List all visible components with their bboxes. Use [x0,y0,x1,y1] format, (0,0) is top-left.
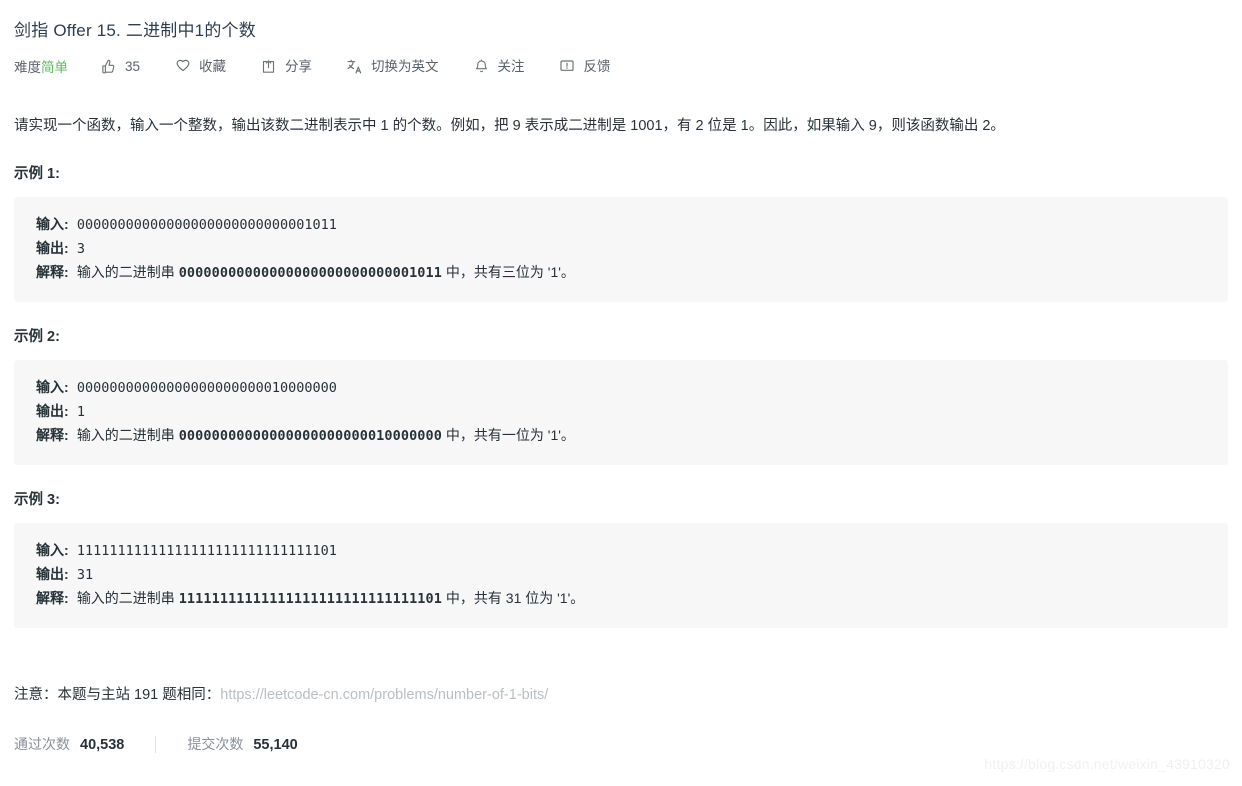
subscribe-label: 关注 [497,58,525,74]
accepted-label: 通过次数 [14,736,70,752]
example-1-explain-suffix: 中，共有三位为 '1'。 [442,264,575,280]
example-3-output-value: 31 [76,567,94,583]
note-row: 注意：本题与主站 191 题相同：https://leetcode-cn.com… [14,683,1228,707]
example-3-heading: 示例 3: [14,492,60,508]
stats-row: 通过次数 40,538 提交次数 55,140 [14,734,1228,754]
example-2-output-line: 输出: 1 [14,400,1228,424]
submissions-label: 提交次数 [187,736,244,752]
submissions-value: 55,140 [253,737,298,753]
like-count: 35 [125,58,141,74]
note-text: 注意：本题与主站 191 题相同： [14,687,221,703]
example-3-block: 输入: 11111111111111111111111111111101 输出:… [14,523,1228,628]
example-2-explain-prefix: 输入的二进制串 [76,427,179,443]
translate-label: 切换为英文 [371,58,439,74]
example-3-input-line: 输入: 11111111111111111111111111111101 [14,539,1228,563]
accepted-stat: 通过次数 40,538 [14,734,124,754]
example-2-input-line: 输入: 00000000000000000000000010000000 [14,376,1228,400]
example-3-input-value: 11111111111111111111111111111101 [76,543,337,559]
heart-icon [174,58,191,75]
example-1-output-line: 输出: 3 [14,237,1228,261]
submissions-stat: 提交次数 55,140 [187,734,297,754]
example-3-output-line: 输出: 31 [14,563,1228,587]
example-1-heading: 示例 1: [14,166,60,182]
example-2-output-value: 1 [76,404,85,420]
example-2-input-label: 输入: [36,379,69,395]
bell-icon [473,58,490,75]
example-3-explain-prefix: 输入的二进制串 [76,590,179,606]
example-2-explain-binary: 00000000000000000000000010000000 [178,428,442,444]
translate-button[interactable]: 切换为英文 [346,58,439,75]
example-2-heading: 示例 2: [14,329,60,345]
translate-icon [346,58,363,75]
example-1-explain-label: 解释: [36,264,69,280]
example-3-output-label: 输出: [36,566,69,582]
watermark: https://blog.csdn.net/weixin_43910320 [984,756,1230,772]
example-1-explain-prefix: 输入的二进制串 [76,264,179,280]
favorite-label: 收藏 [199,58,227,74]
favorite-button[interactable]: 收藏 [174,58,226,75]
thumbs-up-icon [100,58,117,75]
example-2-explain-suffix: 中，共有一位为 '1'。 [442,427,575,443]
example-1-input-value: 00000000000000000000000000001011 [76,217,337,233]
example-2-explain-line: 解释: 输入的二进制串 0000000000000000000000001000… [14,424,1228,448]
feedback-icon [559,58,576,75]
accepted-value: 40,538 [80,737,125,753]
like-button[interactable]: 35 [100,58,140,75]
example-1-explain-line: 解释: 输入的二进制串 0000000000000000000000000000… [14,261,1228,285]
stats-divider [155,735,157,753]
example-3-explain-binary: 11111111111111111111111111111101 [178,591,442,607]
share-button[interactable]: 分享 [260,58,312,75]
share-icon [260,58,277,75]
meta-toolbar: 难度 简单 35 收藏 分享 切换为英文 关注 反馈 [14,55,1228,77]
example-1-block: 输入: 00000000000000000000000000001011 输出:… [14,197,1228,302]
difficulty-badge: 简单 [41,60,68,75]
example-1-input-line: 输入: 00000000000000000000000000001011 [14,213,1228,237]
problem-description: 请实现一个函数，输入一个整数，输出该数二进制表示中 1 的个数。例如，把 9 表… [14,118,1005,134]
example-1-input-label: 输入: [36,216,69,232]
subscribe-button[interactable]: 关注 [473,58,525,75]
example-3-input-label: 输入: [36,542,69,558]
feedback-button[interactable]: 反馈 [559,58,611,75]
note-link[interactable]: https://leetcode-cn.com/problems/number-… [220,687,548,703]
example-3-explain-suffix: 中，共有 31 位为 '1'。 [442,590,585,606]
feedback-label: 反馈 [583,58,611,74]
example-3-explain-label: 解释: [36,590,69,606]
example-2-output-label: 输出: [36,403,69,419]
share-label: 分享 [285,58,313,74]
example-3-explain-line: 解释: 输入的二进制串 1111111111111111111111111111… [14,587,1228,611]
example-2-input-value: 00000000000000000000000010000000 [76,380,337,396]
example-1-explain-binary: 00000000000000000000000000001011 [178,265,442,281]
example-2-block: 输入: 00000000000000000000000010000000 输出:… [14,360,1228,465]
difficulty-label: 难度 [14,60,41,75]
example-2-explain-label: 解释: [36,427,69,443]
example-1-output-value: 3 [76,241,85,257]
example-1-output-label: 输出: [36,240,69,256]
problem-page: 剑指 Offer 15. 二进制中1的个数 难度 简单 35 收藏 分享 切换为… [0,0,1242,786]
page-title: 剑指 Offer 15. 二进制中1的个数 [14,21,256,40]
